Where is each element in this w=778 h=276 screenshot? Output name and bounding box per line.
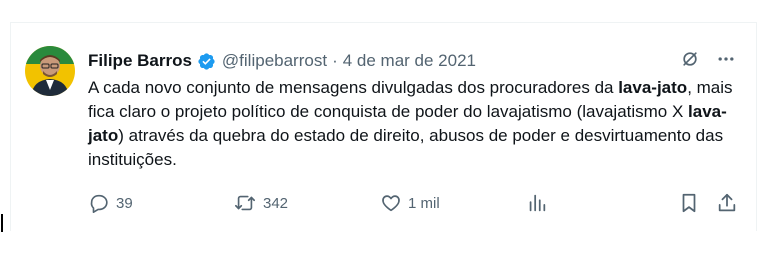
grok-icon[interactable] — [680, 49, 700, 74]
retweet-button[interactable]: 342 — [233, 191, 288, 215]
more-icon[interactable] — [716, 49, 736, 74]
tweet-actions: 39 342 1 mil — [88, 191, 740, 215]
reply-button[interactable]: 39 — [88, 191, 133, 215]
reply-icon — [88, 192, 110, 214]
reply-count: 39 — [116, 194, 133, 212]
text-cursor — [1, 214, 3, 232]
tweet-text: A cada novo conjunto de mensagens divulg… — [88, 76, 748, 172]
author-name[interactable]: Filipe Barros — [88, 51, 192, 71]
bookmark-button[interactable] — [678, 191, 700, 215]
like-button[interactable]: 1 mil — [380, 191, 440, 215]
like-count: 1 mil — [408, 194, 440, 212]
tweet-card[interactable]: Filipe Barros @filipebarrost · 4 de mar … — [10, 22, 757, 231]
verified-badge-icon — [197, 52, 216, 71]
tweet-text-segment: A cada novo conjunto de mensagens divulg… — [88, 78, 619, 97]
tweet-header: Filipe Barros @filipebarrost · 4 de mar … — [88, 49, 736, 73]
separator-dot: · — [332, 51, 338, 70]
tweet-text-segment: ) através da quebra do estado de direito… — [88, 126, 724, 169]
tweet-text-keyword: lava-jato — [618, 78, 688, 97]
retweet-icon — [233, 192, 257, 214]
author-handle[interactable]: @filipebarrost — [222, 51, 327, 71]
header-actions — [680, 49, 736, 74]
share-icon — [716, 192, 738, 214]
retweet-count: 342 — [263, 194, 289, 212]
views-icon — [526, 192, 548, 214]
bookmark-icon — [678, 192, 700, 214]
avatar-image — [25, 46, 75, 96]
avatar[interactable] — [25, 46, 75, 96]
views-button[interactable] — [526, 191, 548, 215]
tweet-date[interactable]: 4 de mar de 2021 — [343, 51, 476, 71]
share-button[interactable] — [716, 191, 738, 215]
like-icon — [380, 192, 402, 214]
